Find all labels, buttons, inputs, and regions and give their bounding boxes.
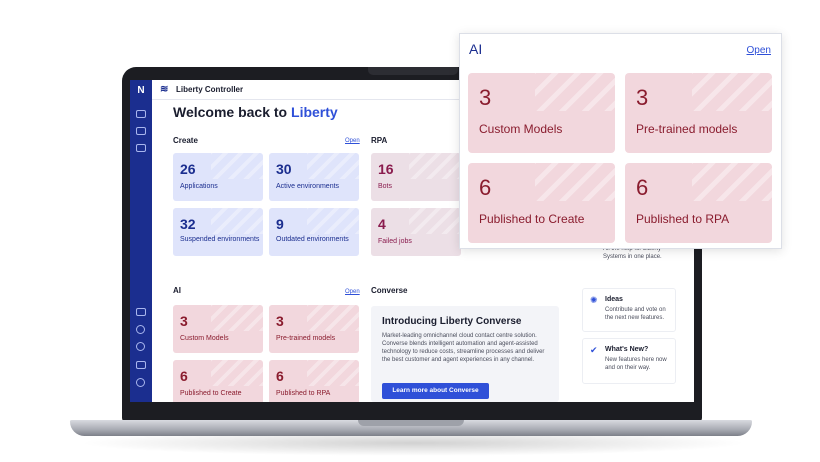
sidebar-settings-icon[interactable] xyxy=(136,342,145,351)
tile-label: Active environments xyxy=(276,183,340,190)
popup-tile-custom-models[interactable]: 3 Custom Models xyxy=(468,73,615,153)
rpa-section-title: RPA xyxy=(371,136,388,145)
sidebar-ai-icon[interactable] xyxy=(136,144,146,152)
tile-value: 3 xyxy=(276,313,284,329)
tile-label: Suspended environments xyxy=(180,236,260,243)
tile-value: 6 xyxy=(636,175,649,200)
ideas-title: Ideas xyxy=(605,296,623,303)
tile-value: 32 xyxy=(180,216,196,232)
tile-value: 6 xyxy=(180,368,188,384)
sidebar-billing-icon[interactable] xyxy=(136,361,146,369)
create-tile-outdated-environments[interactable]: 9 Outdated environments xyxy=(269,208,359,256)
page-title: Welcome back to Liberty xyxy=(173,104,338,120)
ai-tile-pretrained-models[interactable]: 3 Pre-trained models xyxy=(269,305,359,353)
popup-tile-published-to-rpa[interactable]: 6 Published to RPA xyxy=(625,163,772,243)
sidebar-info-icon[interactable] xyxy=(136,378,145,387)
tile-value: 30 xyxy=(276,161,292,177)
learn-more-converse-button[interactable]: Learn more about Converse xyxy=(382,383,489,399)
tile-label: Published to RPA xyxy=(276,390,331,397)
tile-label: Pre-trained models xyxy=(276,335,336,342)
tile-label: Custom Models xyxy=(479,122,563,136)
converse-body: Market-leading omnichannel cloud contact… xyxy=(382,333,545,363)
ai-zoom-card: AI Open 3 Custom Models 3 Pre-trained mo… xyxy=(459,33,782,249)
converse-section-title: Converse xyxy=(371,286,408,295)
whats-new-title: What's New? xyxy=(605,346,649,353)
lightbulb-icon: ✺ xyxy=(590,295,598,305)
whats-new-text: New features here now and on their way. xyxy=(605,357,667,371)
sidebar-users-icon[interactable] xyxy=(136,325,145,334)
tile-label: Pre-trained models xyxy=(636,122,738,136)
welcome-highlight: Liberty xyxy=(291,104,338,120)
ideas-text: Contribute and vote on the next new feat… xyxy=(605,307,666,321)
tile-value: 6 xyxy=(479,175,492,200)
tile-label: Published to RPA xyxy=(636,212,730,226)
tile-value: 16 xyxy=(378,161,394,177)
ideas-card[interactable]: ✺ Ideas Contribute and vote on the next … xyxy=(582,288,676,332)
create-section-title: Create xyxy=(173,136,198,145)
tile-label: Published to Create xyxy=(479,212,585,226)
tile-value: 3 xyxy=(479,85,492,110)
popup-title: AI xyxy=(469,41,483,57)
tile-value: 9 xyxy=(276,216,284,232)
check-circle-icon: ✔ xyxy=(590,345,598,355)
create-tile-suspended-environments[interactable]: 32 Suspended environments xyxy=(173,208,263,256)
brand-logo-icon: ≋ xyxy=(160,84,169,95)
tile-label: Failed jobs xyxy=(378,238,412,245)
laptop-camera-notch xyxy=(368,67,458,75)
tile-label: Custom Models xyxy=(180,335,229,342)
tile-value: 3 xyxy=(180,313,188,329)
whats-new-card[interactable]: ✔ What's New? New features here now and … xyxy=(582,338,676,384)
create-tile-active-environments[interactable]: 30 Active environments xyxy=(269,153,359,201)
ai-tile-published-to-create[interactable]: 6 Published to Create xyxy=(173,360,263,402)
popup-tile-pretrained-models[interactable]: 3 Pre-trained models xyxy=(625,73,772,153)
converse-heading: Introducing Liberty Converse xyxy=(382,316,522,327)
rpa-tile-failed-jobs[interactable]: 4 Failed jobs xyxy=(371,208,461,256)
tile-value: 6 xyxy=(276,368,284,384)
tile-label: Bots xyxy=(378,183,393,190)
rpa-tile-bots[interactable]: 16 Bots xyxy=(371,153,461,201)
create-open-link[interactable]: Open xyxy=(345,138,360,144)
tile-value: 4 xyxy=(378,216,386,232)
sidebar-analytics-icon[interactable] xyxy=(136,308,146,316)
sidebar-create-icon[interactable] xyxy=(136,110,146,118)
ai-open-link[interactable]: Open xyxy=(345,289,360,295)
tile-label: Published to Create xyxy=(180,390,242,397)
popup-tile-published-to-create[interactable]: 6 Published to Create xyxy=(468,163,615,243)
liberty-logo-icon[interactable]: Ν xyxy=(135,85,147,97)
tile-label: Outdated environments xyxy=(276,236,349,243)
ai-tile-published-to-rpa[interactable]: 6 Published to RPA xyxy=(269,360,359,402)
popup-open-link[interactable]: Open xyxy=(747,45,771,56)
app-name: Liberty Controller xyxy=(176,85,244,94)
ai-section-title: AI xyxy=(173,286,181,295)
sidebar: Ν xyxy=(130,80,152,402)
welcome-prefix: Welcome back to xyxy=(173,104,288,120)
tile-label: Applications xyxy=(180,183,218,190)
converse-card: Introducing Liberty Converse Market-lead… xyxy=(371,306,559,402)
laptop-base-notch xyxy=(358,420,464,426)
ai-tile-custom-models[interactable]: 3 Custom Models xyxy=(173,305,263,353)
create-tile-applications[interactable]: 26 Applications xyxy=(173,153,263,201)
sidebar-rpa-icon[interactable] xyxy=(136,127,146,135)
tile-value: 3 xyxy=(636,85,649,110)
tile-value: 26 xyxy=(180,161,196,177)
